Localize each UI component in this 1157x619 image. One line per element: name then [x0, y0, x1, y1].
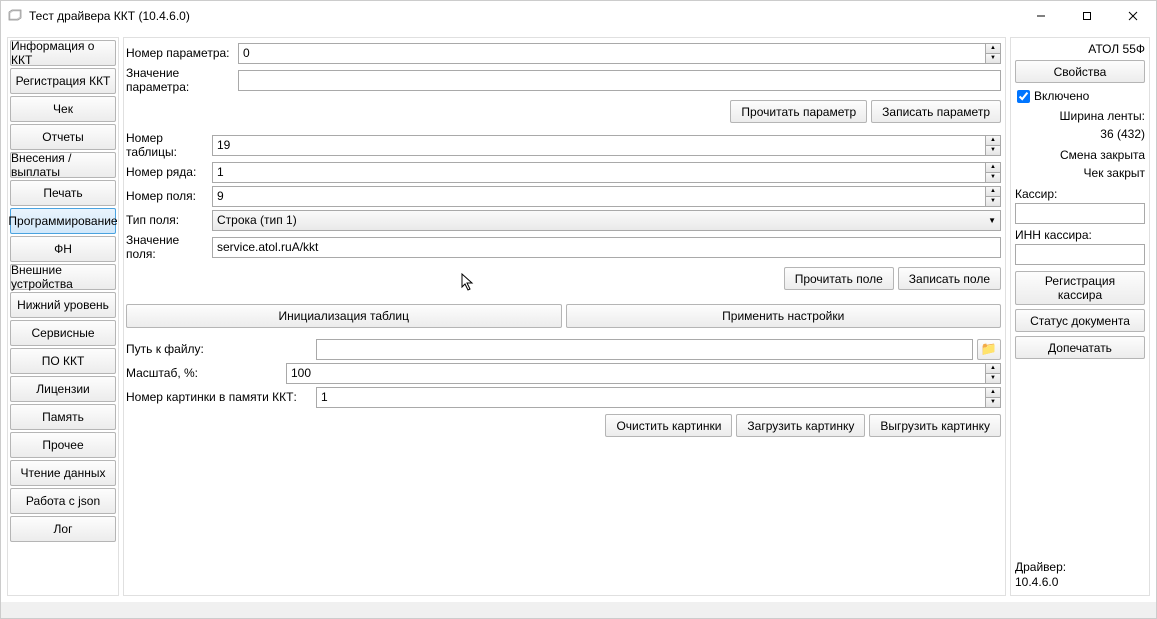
side-panel: АТОЛ 55Ф Свойства Включено Ширина ленты:… [1010, 37, 1150, 596]
nav-button-3[interactable]: Отчеты [10, 124, 116, 150]
label-field-type: Тип поля: [126, 213, 212, 227]
enabled-checkbox[interactable] [1017, 90, 1030, 103]
register-cashier-l2: кассира [1058, 288, 1102, 302]
nav-button-7[interactable]: ФН [10, 236, 116, 262]
properties-button[interactable]: Свойства [1015, 60, 1145, 83]
nav-button-6[interactable]: Программирование [10, 208, 116, 234]
scale-input[interactable] [286, 363, 985, 384]
label-table-number: Номер таблицы: [126, 131, 212, 159]
doc-status-button[interactable]: Статус документа [1015, 309, 1145, 332]
cashier-inn-label: ИНН кассира: [1015, 228, 1145, 242]
nav-button-11[interactable]: ПО ККТ [10, 348, 116, 374]
param-number-down[interactable]: ▼ [985, 53, 1001, 64]
init-tables-button[interactable]: Инициализация таблиц [126, 304, 562, 328]
row-number-up[interactable]: ▲ [985, 162, 1001, 172]
read-field-button[interactable]: Прочитать поле [784, 267, 894, 290]
label-field-value: Значение поля: [126, 233, 212, 261]
label-param-value: Значение параметра: [126, 66, 238, 94]
label-scale: Масштаб, %: [126, 366, 286, 380]
write-param-button[interactable]: Записать параметр [871, 100, 1001, 123]
image-number-down[interactable]: ▼ [985, 397, 1001, 408]
folder-icon: 📁 [981, 341, 997, 357]
label-file-path: Путь к файлу: [126, 342, 316, 356]
read-param-button[interactable]: Прочитать параметр [730, 100, 867, 123]
table-number-up[interactable]: ▲ [985, 135, 1001, 145]
nav-button-5[interactable]: Печать [10, 180, 116, 206]
apply-settings-button[interactable]: Применить настройки [566, 304, 1002, 328]
driver-label: Драйвер: [1015, 560, 1145, 576]
label-field-number: Номер поля: [126, 189, 212, 203]
close-button[interactable] [1110, 1, 1156, 31]
field-value-input[interactable] [212, 237, 1001, 258]
param-number-input[interactable] [238, 43, 985, 64]
nav-button-1[interactable]: Регистрация ККТ [10, 68, 116, 94]
enabled-label: Включено [1034, 89, 1089, 103]
scale-down[interactable]: ▼ [985, 373, 1001, 384]
nav-button-0[interactable]: Информация о ККТ [10, 40, 116, 66]
field-number-up[interactable]: ▲ [985, 186, 1001, 196]
cashier-label: Кассир: [1015, 187, 1145, 201]
image-number-up[interactable]: ▲ [985, 387, 1001, 397]
main-panel: Номер параметра: ▲ ▼ Значение параметра:… [123, 37, 1006, 596]
chevron-down-icon: ▼ [988, 216, 996, 225]
field-type-combo[interactable]: Строка (тип 1) ▼ [212, 210, 1001, 231]
nav-button-13[interactable]: Память [10, 404, 116, 430]
field-number-down[interactable]: ▼ [985, 196, 1001, 207]
label-row-number: Номер ряда: [126, 165, 212, 179]
window-title: Тест драйвера ККТ (10.4.6.0) [29, 9, 190, 23]
driver-version: 10.4.6.0 [1015, 575, 1145, 591]
nav-button-12[interactable]: Лицензии [10, 376, 116, 402]
cashier-input[interactable] [1015, 203, 1145, 224]
file-path-input[interactable] [316, 339, 973, 360]
tape-width-label: Ширина ленты: [1015, 109, 1145, 125]
param-number-up[interactable]: ▲ [985, 43, 1001, 53]
enabled-checkbox-wrap[interactable]: Включено [1017, 89, 1145, 103]
nav-button-16[interactable]: Работа с json [10, 488, 116, 514]
nav-button-10[interactable]: Сервисные [10, 320, 116, 346]
load-image-button[interactable]: Загрузить картинку [736, 414, 865, 437]
app-icon [7, 8, 23, 24]
nav-column: Информация о ККТРегистрация ККТЧекОтчеты… [7, 37, 119, 596]
reprint-button[interactable]: Допечатать [1015, 336, 1145, 359]
titlebar: Тест драйвера ККТ (10.4.6.0) [1, 1, 1156, 31]
cashier-inn-input[interactable] [1015, 244, 1145, 265]
status-bar [1, 602, 1156, 618]
minimize-button[interactable] [1018, 1, 1064, 31]
row-number-down[interactable]: ▼ [985, 172, 1001, 183]
label-param-number: Номер параметра: [126, 46, 238, 60]
register-cashier-l1: Регистрация [1045, 274, 1115, 288]
nav-button-4[interactable]: Внесения / выплаты [10, 152, 116, 178]
maximize-button[interactable] [1064, 1, 1110, 31]
image-number-input[interactable] [316, 387, 985, 408]
table-number-input[interactable] [212, 135, 985, 156]
scale-up[interactable]: ▲ [985, 363, 1001, 373]
label-image-number: Номер картинки в памяти ККТ: [126, 390, 316, 404]
nav-button-17[interactable]: Лог [10, 516, 116, 542]
tape-width-value: 36 (432) [1015, 127, 1145, 143]
nav-button-8[interactable]: Внешние устройства [10, 264, 116, 290]
unload-image-button[interactable]: Выгрузить картинку [869, 414, 1001, 437]
write-field-button[interactable]: Записать поле [898, 267, 1001, 290]
nav-button-15[interactable]: Чтение данных [10, 460, 116, 486]
register-cashier-button[interactable]: Регистрация кассира [1015, 271, 1145, 305]
field-number-input[interactable] [212, 186, 985, 207]
table-number-down[interactable]: ▼ [985, 145, 1001, 156]
field-type-value: Строка (тип 1) [217, 213, 297, 227]
check-status: Чек закрыт [1015, 166, 1145, 182]
nav-button-14[interactable]: Прочее [10, 432, 116, 458]
param-value-input[interactable] [238, 70, 1001, 91]
shift-status: Смена закрыта [1015, 148, 1145, 164]
nav-button-9[interactable]: Нижний уровень [10, 292, 116, 318]
device-name: АТОЛ 55Ф [1015, 42, 1145, 56]
clear-images-button[interactable]: Очистить картинки [605, 414, 732, 437]
nav-button-2[interactable]: Чек [10, 96, 116, 122]
browse-button[interactable]: 📁 [977, 339, 1001, 360]
row-number-input[interactable] [212, 162, 985, 183]
